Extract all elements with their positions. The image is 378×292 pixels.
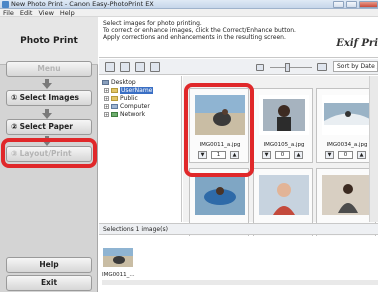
selected-photo-icon[interactable] <box>103 248 133 267</box>
increase-copies-button[interactable]: ▲ <box>357 151 366 159</box>
increase-copies-button[interactable]: ▲ <box>294 151 303 159</box>
step-number: ② <box>11 122 18 131</box>
photo-surf-icon <box>322 95 372 135</box>
thumbnail-area: IMG0011_a.jpg ▼ 1 ▲ IMG0105_a.jpg ▼ 0 ▲ <box>183 76 378 243</box>
menu-bar: File Edit View Help <box>0 9 378 17</box>
select-all-icon[interactable] <box>105 62 115 72</box>
thumbnail-filename: IMG0034_a.jpg <box>326 142 368 148</box>
app-window: New Photo Print - Canon Easy-PhotoPrint … <box>0 0 378 292</box>
decrease-copies-button[interactable]: ▼ <box>325 151 334 159</box>
thumbnail-scrollbar[interactable] <box>369 76 378 222</box>
photo-sit-icon <box>322 175 372 215</box>
selections-scrollbar[interactable] <box>102 280 378 285</box>
step-select-paper-button[interactable]: ② Select Paper <box>6 119 92 135</box>
copies-stepper: ▼ 0 ▲ <box>325 151 369 159</box>
photo-girl-icon <box>259 175 309 215</box>
instruction-line: Apply corrections and enhancements in th… <box>103 34 286 41</box>
copies-stepper: ▼ 0 ▲ <box>262 151 306 159</box>
sort-by-dropdown[interactable]: Sort by Date ▲ <box>333 61 378 72</box>
menu-file[interactable]: File <box>0 9 17 17</box>
instruction-line: Select images for photo printing. <box>103 20 202 27</box>
expand-icon[interactable]: + <box>104 96 109 101</box>
title-bar: New Photo Print - Canon Easy-PhotoPrint … <box>0 0 378 9</box>
sidebar-header: Photo Print <box>0 17 98 65</box>
expand-icon[interactable]: + <box>104 112 109 117</box>
tree-item-computer[interactable]: + Computer <box>104 103 150 110</box>
menu-view[interactable]: View <box>35 9 56 17</box>
tree-item-network[interactable]: + Network <box>104 111 145 118</box>
step-label: Select Paper <box>19 122 73 131</box>
desktop-icon <box>102 80 109 85</box>
copies-count: 0 <box>275 151 290 159</box>
exit-button[interactable]: Exit <box>6 275 92 291</box>
folder-tree: Desktop + UserName + Public + Computer + Net… <box>99 76 182 222</box>
folder-icon <box>111 88 118 93</box>
selections-count-label: Selections 1 image(s) <box>103 226 168 233</box>
window-title: New Photo Print - Canon Easy-PhotoPrint … <box>11 0 154 8</box>
view-toolbar: Sort by Date ▲ <box>99 59 378 75</box>
sidebar-title: Photo Print <box>20 36 78 46</box>
close-button[interactable] <box>359 1 378 8</box>
zoom-in-icon[interactable] <box>317 63 327 71</box>
zoom-slider-track[interactable] <box>270 67 312 68</box>
tree-item-desktop[interactable]: Desktop <box>102 79 136 86</box>
sidebar: Photo Print Menu ① Select Images ② Selec… <box>0 17 98 292</box>
minimize-button[interactable] <box>333 1 344 8</box>
zoom-slider-handle[interactable] <box>285 63 290 72</box>
refresh-icon[interactable] <box>150 62 160 72</box>
app-icon <box>2 1 9 8</box>
step-select-images-button[interactable]: ① Select Images <box>6 90 92 106</box>
computer-icon <box>111 104 118 109</box>
menu-help[interactable]: Help <box>57 9 78 17</box>
selected-thumbnail-highlight-ring <box>184 83 254 177</box>
selections-panel: IMG0011_... <box>99 236 378 292</box>
step-label: Select Images <box>19 93 79 102</box>
grid-view-icon[interactable] <box>120 62 130 72</box>
menu-edit[interactable]: Edit <box>17 9 36 17</box>
sort-by-label: Sort by Date <box>337 63 375 70</box>
thumbnail-card[interactable]: IMG0105_a.jpg ▼ 0 ▲ <box>253 88 313 163</box>
decrease-copies-button[interactable]: ▼ <box>262 151 271 159</box>
copies-count: 0 <box>338 151 353 159</box>
step-number: ① <box>11 93 18 102</box>
help-button[interactable]: Help <box>6 257 92 273</box>
instructions-panel: Select images for photo printing. To cor… <box>99 17 378 58</box>
layout-print-highlight-ring <box>1 138 97 168</box>
tree-item-public[interactable]: + Public <box>104 95 138 102</box>
thumbnail-card[interactable]: IMG0034_a.jpg ▼ 0 ▲ <box>316 88 376 163</box>
correct-enhance-icon[interactable] <box>135 62 145 72</box>
network-icon <box>111 112 118 117</box>
menu-button[interactable]: Menu <box>6 61 92 77</box>
selected-photo-filename: IMG0011_... <box>102 272 135 278</box>
exif-print-logo: Exif Pri <box>336 38 378 49</box>
expand-icon[interactable]: + <box>104 104 109 109</box>
main-panel: Select images for photo printing. To cor… <box>99 17 378 292</box>
maximize-button[interactable] <box>346 1 357 8</box>
photo-float-icon <box>195 175 245 215</box>
thumbnail-filename: IMG0105_a.jpg <box>263 142 305 148</box>
tree-item-username[interactable]: + UserName <box>104 87 154 94</box>
folder-icon <box>111 96 118 101</box>
selections-header: Selections 1 image(s) <box>99 223 378 235</box>
zoom-out-icon[interactable] <box>256 64 264 71</box>
photo-woman-icon <box>259 95 309 135</box>
instruction-line: To correct or enhance images, click the … <box>103 27 296 34</box>
step-arrow-icon <box>42 79 52 89</box>
expand-icon[interactable]: + <box>104 88 109 93</box>
